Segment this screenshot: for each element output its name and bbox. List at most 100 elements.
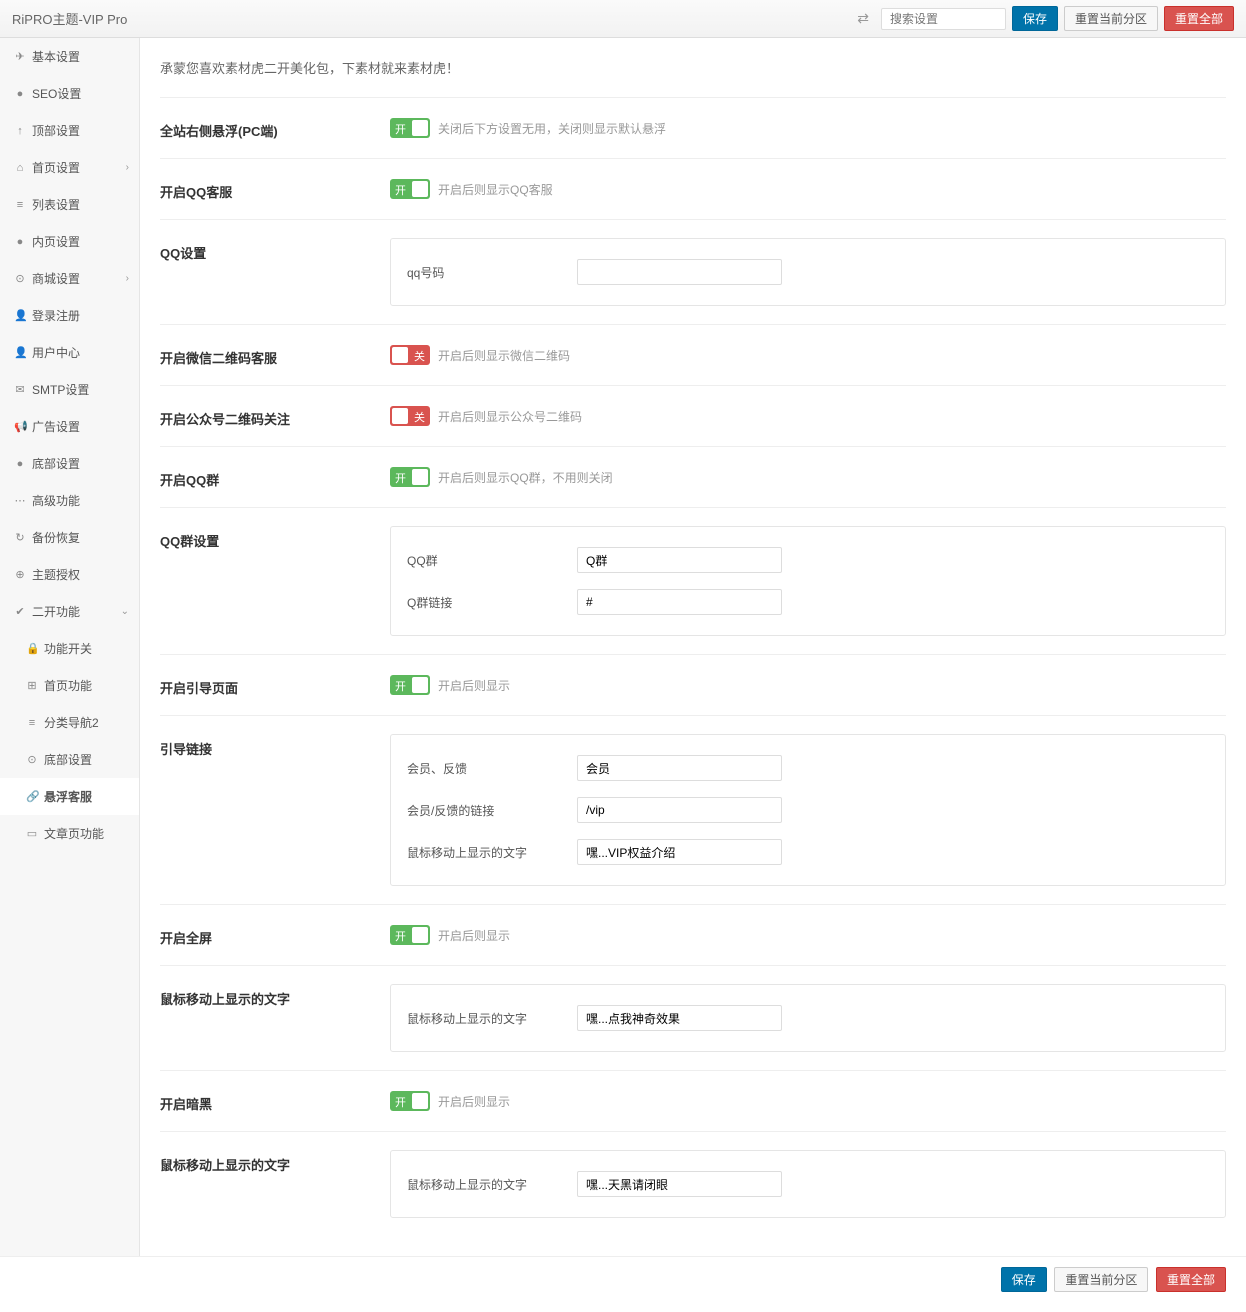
sidebar-sub-footer[interactable]: ⊙底部设置	[0, 741, 139, 778]
field-qq-service: 开启QQ客服 开 开启后则显示QQ客服	[160, 158, 1226, 219]
hover-text-vip-input[interactable]	[577, 839, 782, 865]
sidebar-item-label: 登录注册	[32, 307, 80, 324]
sidebar-item-shop[interactable]: ⊙商城设置›	[0, 260, 139, 297]
sidebar-item-label: 用户中心	[32, 344, 80, 361]
sidebar-item-label: 底部设置	[32, 455, 80, 472]
field-label: 开启引导页面	[160, 673, 390, 697]
sidebar-item-smtp[interactable]: ✉SMTP设置	[0, 371, 139, 408]
toggle-desc: 开启后则显示	[438, 927, 510, 944]
toggle-handle	[412, 469, 428, 485]
sidebar-sub-float-service[interactable]: 🔗悬浮客服	[0, 778, 139, 815]
sidebar-sub-feature-switch[interactable]: 🔒功能开关	[0, 630, 139, 667]
sidebar-item-label: 主题授权	[32, 566, 80, 583]
check-icon: ✔	[14, 605, 26, 618]
sidebar-item-label: 顶部设置	[32, 122, 80, 139]
sidebar-item-extras[interactable]: ✔二开功能⌄	[0, 593, 139, 630]
sidebar-item-label: 二开功能	[32, 603, 80, 620]
field-qq-group-settings: QQ群设置 QQ群 Q群链接	[160, 507, 1226, 654]
field-dark-hover: 鼠标移动上显示的文字 鼠标移动上显示的文字	[160, 1131, 1226, 1236]
intro-text: 承蒙您喜欢素材虎二开美化包，下素材就来素材虎！	[160, 58, 1226, 77]
footer-reset-all-button[interactable]: 重置全部	[1156, 1267, 1226, 1292]
arrow-up-icon: ↑	[14, 125, 26, 137]
sidebar-item-ads[interactable]: 📢广告设置	[0, 408, 139, 445]
sidebar-item-label: 高级功能	[32, 492, 80, 509]
field-label: 全站右侧悬浮(PC端)	[160, 116, 390, 140]
hover-text-dark-input[interactable]	[577, 1171, 782, 1197]
header-actions: ⇄ 保存 重置当前分区 重置全部	[851, 6, 1234, 31]
toggle-desc: 开启后则显示QQ客服	[438, 181, 553, 198]
sidebar-item-label: 底部设置	[44, 751, 92, 768]
sidebar-item-label: 列表设置	[32, 196, 80, 213]
field-label: QQ群设置	[160, 526, 390, 636]
sidebar-item-backup[interactable]: ↻备份恢复	[0, 519, 139, 556]
sidebar-item-label: SEO设置	[32, 85, 81, 102]
toggle-desc: 开启后则显示	[438, 677, 510, 694]
toggle-fullscreen[interactable]: 开	[390, 925, 430, 945]
toggle-handle	[412, 677, 428, 693]
footer-save-button[interactable]: 保存	[1001, 1267, 1047, 1292]
sidebar-sub-article[interactable]: ▭文章页功能	[0, 815, 139, 852]
qq-group-link-input[interactable]	[577, 589, 782, 615]
sidebar-sub-homepage[interactable]: ⊞首页功能	[0, 667, 139, 704]
user-icon: 👤	[14, 309, 26, 322]
toggle-qq-group[interactable]: 开	[390, 467, 430, 487]
sidebar-item-home[interactable]: ⌂首页设置›	[0, 149, 139, 186]
field-label: 开启暗黑	[160, 1089, 390, 1113]
field-label: 开启全屏	[160, 923, 390, 947]
lock-icon: 🔒	[26, 642, 38, 655]
toggle-wechat-qr[interactable]: 关	[390, 345, 430, 365]
dot-icon: ●	[14, 236, 26, 248]
member-feedback-link-input[interactable]	[577, 797, 782, 823]
reset-all-button[interactable]: 重置全部	[1164, 6, 1234, 31]
field-label: 开启QQ群	[160, 465, 390, 489]
toggle-float-pc[interactable]: 开	[390, 118, 430, 138]
field-guide-page: 开启引导页面 开 开启后则显示	[160, 654, 1226, 715]
sidebar-item-inner[interactable]: ● 内页设置	[0, 223, 139, 260]
megaphone-icon: 📢	[14, 420, 26, 433]
sidebar-item-label: 首页设置	[32, 159, 80, 176]
field-label: 开启微信二维码客服	[160, 343, 390, 367]
sidebar-item-list[interactable]: ≡列表设置	[0, 186, 139, 223]
sidebar-item-seo[interactable]: ●SEO设置	[0, 75, 139, 112]
subfield-label: 鼠标移动上显示的文字	[407, 844, 577, 861]
expand-icon[interactable]: ⇄	[851, 8, 875, 29]
sidebar-item-label: 悬浮客服	[44, 788, 92, 805]
chevron-right-icon: ›	[126, 162, 129, 173]
field-dark: 开启暗黑 开 开启后则显示	[160, 1070, 1226, 1131]
sidebar-item-footer[interactable]: ●底部设置	[0, 445, 139, 482]
subfield-label: Q群链接	[407, 594, 577, 611]
qq-number-input[interactable]	[577, 259, 782, 285]
dots-icon: ⋯	[14, 494, 26, 507]
field-label: 鼠标移动上显示的文字	[160, 984, 390, 1052]
sidebar-item-top[interactable]: ↑ 顶部设置	[0, 112, 139, 149]
toggle-qq-service[interactable]: 开	[390, 179, 430, 199]
reset-section-button[interactable]: 重置当前分区	[1064, 6, 1158, 31]
member-feedback-input[interactable]	[577, 755, 782, 781]
sidebar-item-advanced[interactable]: ⋯ 高级功能	[0, 482, 139, 519]
qq-group-name-input[interactable]	[577, 547, 782, 573]
field-qq-group: 开启QQ群 开 开启后则显示QQ群，不用则关闭	[160, 446, 1226, 507]
user-icon: 👤	[14, 346, 26, 359]
toggle-desc: 开启后则显示QQ群，不用则关闭	[438, 469, 613, 486]
field-label: QQ设置	[160, 238, 390, 306]
sidebar-item-license[interactable]: ⊕主题授权	[0, 556, 139, 593]
toggle-handle	[412, 120, 428, 136]
field-guide-link: 引导链接 会员、反馈 会员/反馈的链接 鼠标移动上显示的文字	[160, 715, 1226, 904]
chevron-right-icon: ›	[126, 273, 129, 284]
toggle-gzh-qr[interactable]: 关	[390, 406, 430, 426]
toggle-dark[interactable]: 开	[390, 1091, 430, 1111]
hover-text-fullscreen-input[interactable]	[577, 1005, 782, 1031]
sidebar-item-basic[interactable]: ✈基本设置	[0, 38, 139, 75]
toggle-guide-page[interactable]: 开	[390, 675, 430, 695]
search-input[interactable]	[881, 8, 1006, 30]
field-fullscreen-hover: 鼠标移动上显示的文字 鼠标移动上显示的文字	[160, 965, 1226, 1070]
grid-icon: ⊞	[26, 679, 38, 692]
toggle-desc: 开启后则显示微信二维码	[438, 347, 570, 364]
header: RiPRO主题-VIP Pro ⇄ 保存 重置当前分区 重置全部	[0, 0, 1246, 38]
sidebar-item-user[interactable]: 👤 用户中心	[0, 334, 139, 371]
sidebar-sub-catnav[interactable]: ≡分类导航2	[0, 704, 139, 741]
sidebar-item-label: 内页设置	[32, 233, 80, 250]
footer-reset-section-button[interactable]: 重置当前分区	[1054, 1267, 1148, 1292]
sidebar-item-login[interactable]: 👤 登录注册	[0, 297, 139, 334]
save-button[interactable]: 保存	[1012, 6, 1058, 31]
